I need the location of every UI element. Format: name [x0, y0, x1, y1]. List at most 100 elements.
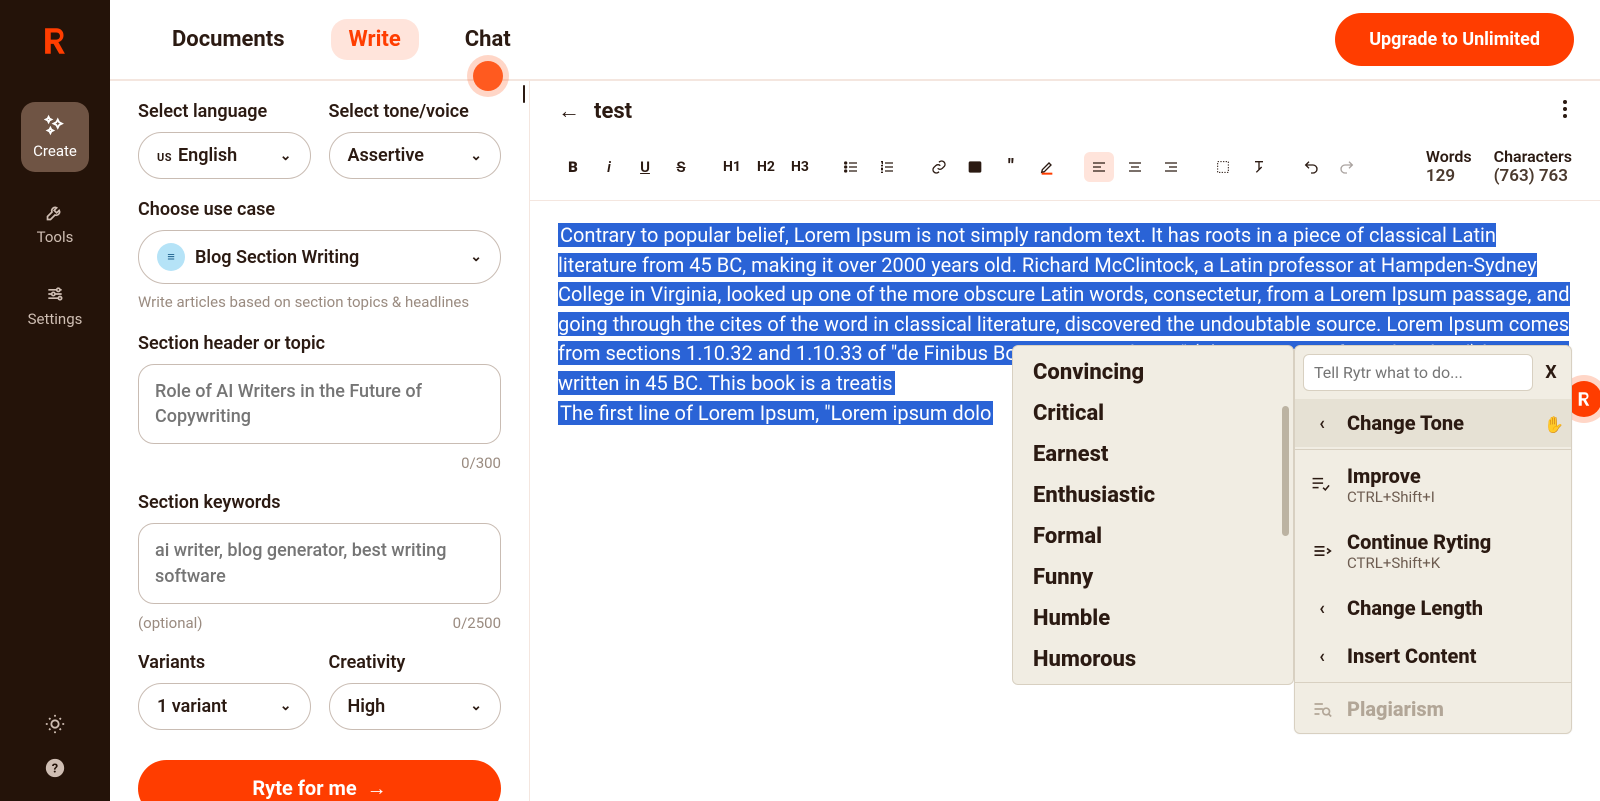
link-button[interactable] — [924, 152, 954, 182]
chevron-down-icon: ⌄ — [470, 148, 482, 164]
action-title: Plagiarism — [1347, 697, 1444, 721]
tone-option[interactable]: Enthusiastic — [1013, 475, 1293, 516]
creativity-select[interactable]: High ⌄ — [329, 683, 502, 730]
ryte-label: Ryte for me — [252, 776, 356, 800]
topbar: Documents Write Chat Upgrade to Unlimite… — [110, 0, 1600, 80]
action-plagiarism[interactable]: Plagiarism — [1295, 685, 1571, 733]
keywords-input[interactable] — [138, 523, 501, 603]
action-change-length[interactable]: ‹ Change Length — [1295, 584, 1571, 632]
editor-body[interactable]: Contrary to popular belief, Lorem Ipsum … — [530, 201, 1600, 801]
tab-write[interactable]: Write — [331, 19, 419, 60]
creativity-value: High — [348, 696, 386, 717]
arrow-right-icon: → — [367, 776, 387, 801]
align-center-button[interactable] — [1120, 152, 1150, 182]
editor-toolbar: B i U S H1 H2 H3 — [530, 141, 1600, 201]
align-left-button[interactable] — [1084, 152, 1114, 182]
usecase-label: Choose use case — [138, 199, 501, 220]
tone-option[interactable]: Formal — [1013, 516, 1293, 557]
plagiarism-icon — [1311, 699, 1333, 719]
tab-documents[interactable]: Documents — [154, 19, 303, 60]
variants-select[interactable]: 1 variant ⌄ — [138, 683, 311, 730]
upgrade-button[interactable]: Upgrade to Unlimited — [1335, 13, 1574, 66]
h3-button[interactable]: H3 — [786, 152, 814, 182]
chevron-down-icon: ⌄ — [280, 698, 292, 714]
usecase-value: Blog Section Writing — [195, 247, 460, 268]
italic-button[interactable]: i — [594, 152, 624, 182]
panel-scrollbar[interactable] — [523, 85, 525, 103]
image-button[interactable] — [960, 152, 990, 182]
action-title: Improve — [1347, 464, 1435, 488]
tone-option[interactable]: Convincing — [1013, 352, 1293, 393]
topic-input[interactable] — [138, 364, 501, 444]
rail-item-create[interactable]: Create — [21, 102, 89, 172]
highlight-button[interactable] — [1032, 152, 1062, 182]
underline-button[interactable]: U — [630, 152, 660, 182]
more-icon[interactable] — [1558, 95, 1572, 127]
redo-button[interactable] — [1332, 152, 1362, 182]
keywords-optional: (optional) — [138, 614, 203, 632]
lang-prefix: US — [157, 151, 172, 164]
rail-label-tools: Tools — [37, 228, 74, 246]
tone-option[interactable]: Funny — [1013, 557, 1293, 598]
undo-button[interactable] — [1296, 152, 1326, 182]
back-arrow-icon[interactable]: ← — [558, 98, 580, 124]
creativity-label: Creativity — [329, 652, 502, 673]
tone-option[interactable]: Earnest — [1013, 434, 1293, 475]
close-icon[interactable]: X — [1539, 362, 1563, 383]
lang-value: English — [178, 145, 237, 166]
strike-button[interactable]: S — [666, 152, 696, 182]
usecase-select[interactable]: ≡ Blog Section Writing ⌄ — [138, 230, 501, 284]
chevron-down-icon: ⌄ — [470, 698, 482, 714]
select-all-button[interactable] — [1208, 152, 1238, 182]
selected-text-trailing: The first line of Lorem Ipsum, "Lorem ip… — [558, 401, 993, 425]
rail-label-settings: Settings — [28, 310, 83, 328]
bold-button[interactable]: B — [558, 152, 588, 182]
language-select[interactable]: USEnglish ⌄ — [138, 132, 311, 179]
tab-chat[interactable]: Chat — [447, 19, 529, 60]
number-list-button[interactable] — [872, 152, 902, 182]
chars-label: Characters — [1494, 147, 1572, 166]
bullet-list-button[interactable] — [836, 152, 866, 182]
chevron-left-icon: ‹ — [1311, 598, 1333, 619]
align-right-button[interactable] — [1156, 152, 1186, 182]
tone-option[interactable]: Humble — [1013, 598, 1293, 639]
help-icon[interactable]: ? — [44, 757, 66, 783]
action-insert-content[interactable]: ‹ Insert Content — [1295, 632, 1571, 680]
quote-button[interactable]: " — [996, 152, 1026, 182]
h2-button[interactable]: H2 — [752, 152, 780, 182]
brand-logo — [38, 24, 72, 62]
tone-option[interactable]: Humorous — [1013, 639, 1293, 680]
keywords-label: Section keywords — [138, 492, 501, 513]
action-continue[interactable]: Continue Ryting CTRL+Shift+K — [1295, 518, 1571, 584]
words-label: Words — [1426, 147, 1472, 166]
svg-text:?: ? — [52, 762, 58, 777]
tone-value: Assertive — [348, 145, 424, 166]
h1-button[interactable]: H1 — [718, 152, 746, 182]
cursor-hand-icon: ✋ — [1544, 415, 1564, 434]
editor-panel: ← test B i U S H1 H2 — [530, 81, 1600, 801]
tone-option[interactable]: Informative — [1013, 680, 1293, 685]
rail-item-tools[interactable]: Tools — [21, 190, 89, 258]
action-title: Continue Ryting — [1347, 530, 1491, 554]
improve-icon — [1311, 475, 1333, 495]
tell-rytr-input[interactable] — [1303, 354, 1533, 391]
tone-scrollbar[interactable] — [1282, 406, 1289, 536]
action-improve[interactable]: Improve CTRL+Shift+I — [1295, 452, 1571, 518]
topic-counter: 0/300 — [461, 454, 501, 472]
document-title[interactable]: test — [594, 99, 1544, 124]
action-shortcut: CTRL+Shift+K — [1347, 554, 1491, 572]
tone-option[interactable]: Critical — [1013, 393, 1293, 434]
action-menu: X ‹ Change Tone Improve — [1294, 345, 1572, 734]
keywords-counter: 0/2500 — [453, 614, 501, 632]
action-title: Change Length — [1347, 596, 1483, 620]
lang-label: Select language — [138, 101, 311, 122]
tone-select[interactable]: Assertive ⌄ — [329, 132, 502, 179]
topic-label: Section header or topic — [138, 333, 501, 354]
action-change-tone[interactable]: ‹ Change Tone — [1295, 399, 1571, 447]
brightness-icon[interactable] — [44, 713, 66, 739]
rail-item-settings[interactable]: Settings — [21, 272, 89, 340]
variants-value: 1 variant — [157, 696, 227, 717]
clear-format-button[interactable] — [1244, 152, 1274, 182]
usecase-hint: Write articles based on section topics &… — [138, 292, 501, 313]
ryte-button[interactable]: Ryte for me → — [138, 760, 501, 801]
